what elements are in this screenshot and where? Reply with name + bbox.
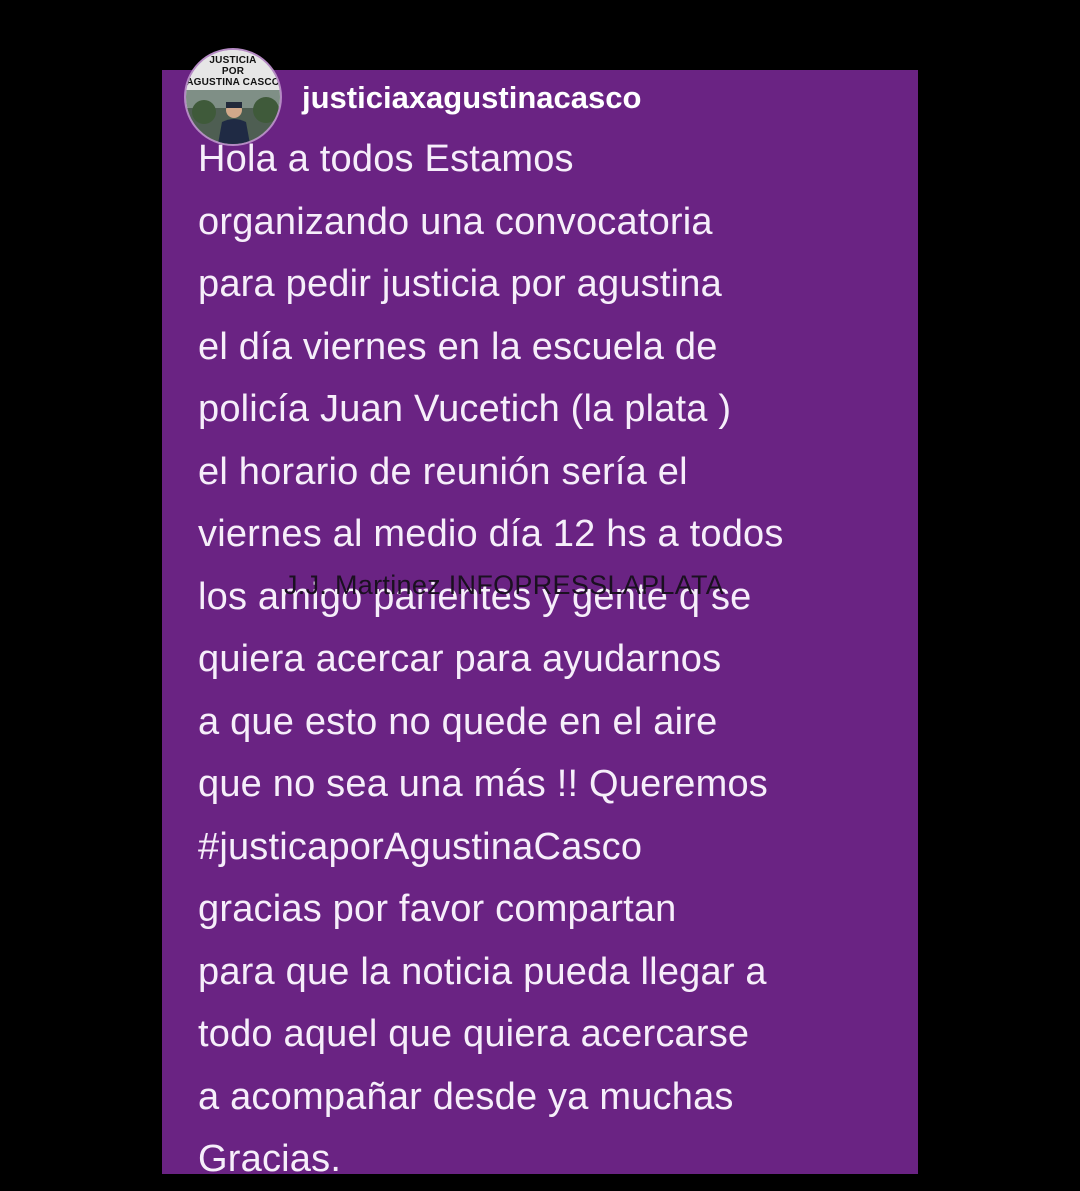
hashtag: #justicaporAgustinaCasco: [198, 825, 643, 868]
username[interactable]: justiciaxagustinacasco: [302, 76, 641, 120]
avatar-text-line: POR: [221, 66, 245, 77]
avatar-text-line: AGUSTINA CASCO: [186, 77, 280, 88]
post-text-line: para que la noticia pueda llegar a: [198, 950, 767, 993]
post-text-line: que no sea una más !! Queremos: [198, 763, 768, 805]
post-text-line: a que esto no quede en el aire: [198, 700, 718, 743]
post-text-line: a acompañar desde ya muchas: [198, 1075, 734, 1118]
post-text: Hola a todos Estamos organizando una con…: [198, 128, 898, 1191]
post-text-line: policía Juan Vucetich (la plata ): [198, 388, 732, 430]
post-text-line: Hola a todos Estamos: [198, 138, 574, 180]
post-text-line: gracias por favor compartan: [198, 888, 677, 930]
avatar-text-line: JUSTICIA: [209, 55, 257, 66]
post-text-line: quiera acercar para ayudarnos: [198, 638, 722, 680]
post-text-line: viernes al medio día 12 hs a todos: [198, 513, 784, 555]
post-text-line: el día viernes en la escuela de: [198, 325, 718, 368]
watermark: J.J. Martinez INFOPRESSLAPLATA: [284, 570, 725, 600]
post-text-line: el horario de reunión sería el: [198, 450, 688, 493]
post-text-line: para pedir justicia por agustina: [198, 263, 722, 305]
post-text-line: Gracias.: [198, 1138, 342, 1180]
post-text-line: todo aquel que quiera acercarse: [198, 1013, 750, 1055]
post-text-line: organizando una convocatoria: [198, 200, 713, 243]
